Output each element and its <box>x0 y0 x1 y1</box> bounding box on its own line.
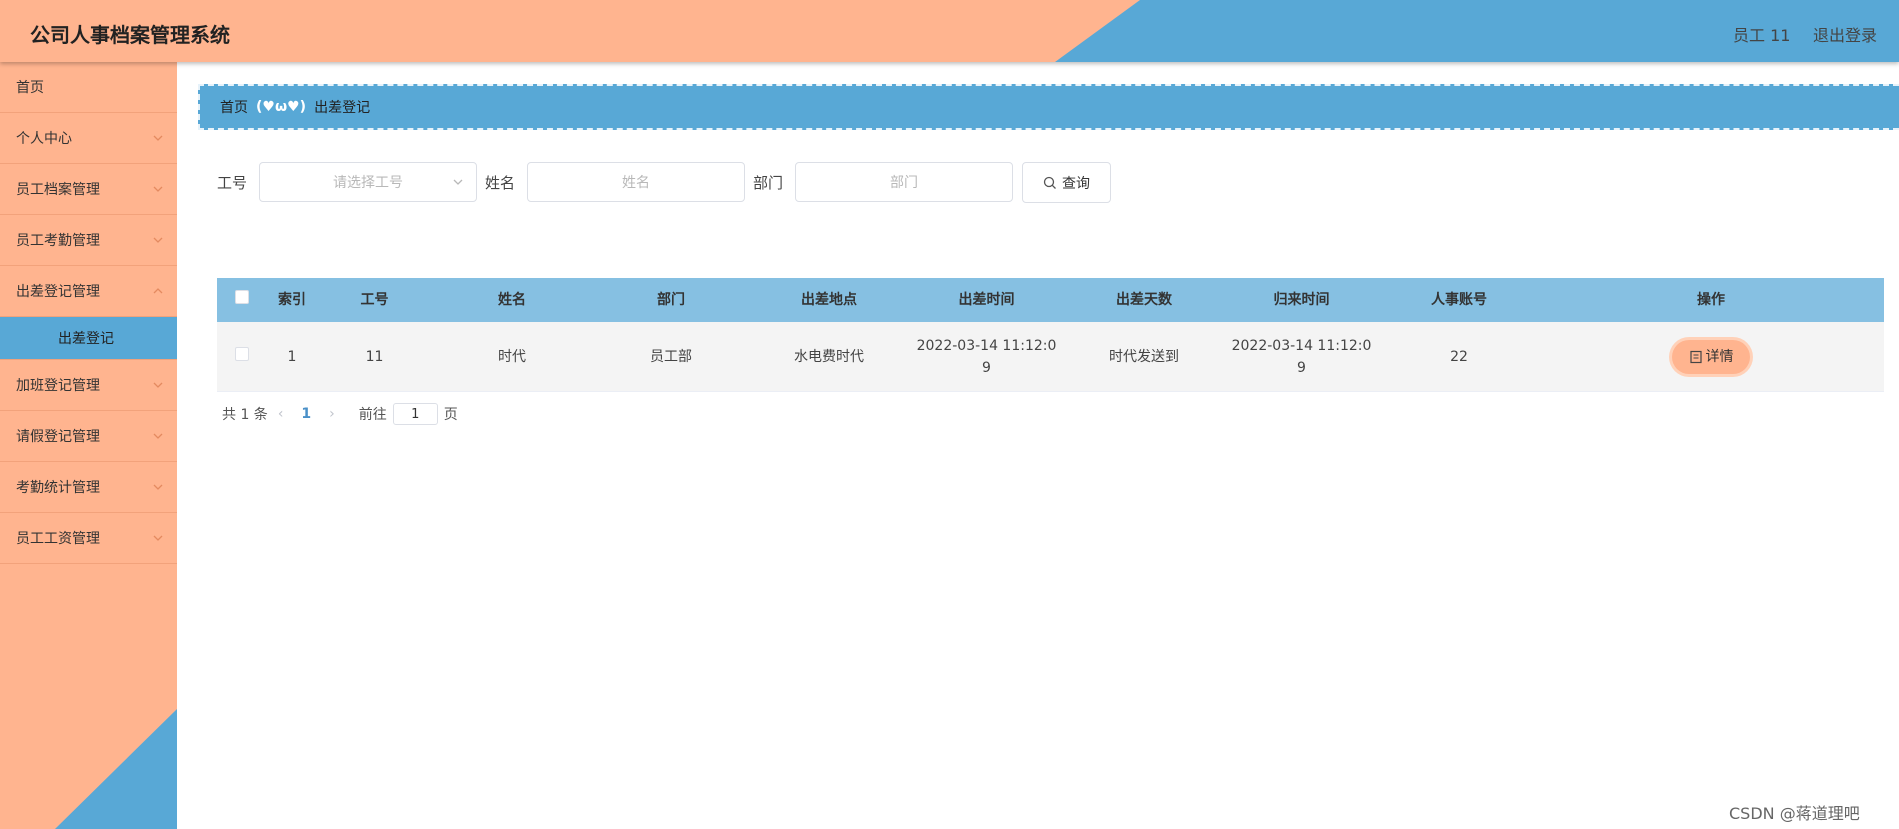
sidebar-item-label: 加班登记管理 <box>16 378 100 394</box>
app-title: 公司人事档案管理系统 <box>30 23 230 47</box>
filter-department: 部门 部门 <box>753 162 1014 202</box>
sidebar-item-label: 考勤统计管理 <box>16 480 100 496</box>
chevron-up-icon <box>153 288 163 294</box>
column-header: 操作 <box>1697 292 1725 308</box>
sidebar: 首页 个人中心 员工档案管理 员工考勤管理 出差登记管理 出差登记 加班登记管理… <box>0 62 177 829</box>
filter-name: 姓名 姓名 <box>485 162 746 202</box>
next-page-icon[interactable]: › <box>329 406 335 422</box>
cell-days: 时代发送到 <box>1109 348 1179 365</box>
sidebar-item-label: 员工工资管理 <box>16 531 100 547</box>
sidebar-item-employee-records[interactable]: 员工档案管理 <box>0 164 177 215</box>
column-header: 出差地点 <box>801 292 857 308</box>
chevron-down-icon <box>153 237 163 243</box>
breadcrumb-current: 出差登记 <box>314 100 371 116</box>
detail-button[interactable]: 详情 <box>1672 339 1750 374</box>
logout-link[interactable]: 退出登录 <box>1813 22 1877 46</box>
chevron-down-icon <box>153 135 163 141</box>
breadcrumb-home[interactable]: 首页 <box>220 97 248 117</box>
document-icon <box>1689 350 1702 363</box>
breadcrumb: 首页 (♥ω♥) 出差登记 <box>198 84 1899 130</box>
query-button[interactable]: 查询 <box>1022 162 1111 203</box>
cell-actions: 详情 <box>1538 339 1884 374</box>
return-time-line2: 9 <box>1297 359 1306 376</box>
sidebar-item-label: 个人中心 <box>16 131 72 147</box>
prev-page-icon[interactable]: ‹ <box>278 406 284 422</box>
detail-button-label: 详情 <box>1705 348 1734 365</box>
sidebar-item-attendance-stats[interactable]: 考勤统计管理 <box>0 462 177 513</box>
column-header: 索引 <box>278 292 306 308</box>
column-header: 归来时间 <box>1273 292 1330 308</box>
trip-time-line1: 2022-03-14 11:12:0 <box>916 337 1057 354</box>
goto-label: 前往 <box>358 407 387 423</box>
search-icon <box>1043 176 1056 189</box>
row-checkbox[interactable] <box>235 346 249 361</box>
goto-page-input[interactable]: 1 <box>392 403 438 425</box>
sidebar-item-personal-center[interactable]: 个人中心 <box>0 113 177 164</box>
name-placeholder: 姓名 <box>622 175 651 191</box>
department-input[interactable]: 部门 <box>795 162 1014 202</box>
breadcrumb-separator: (♥ω♥) <box>256 99 307 115</box>
cell-location: 水电费时代 <box>794 348 864 365</box>
sidebar-item-label: 员工档案管理 <box>16 182 100 198</box>
employee-id-label: 工号 <box>217 173 248 192</box>
row-select-cell <box>217 346 267 368</box>
column-header: 出差时间 <box>958 292 1015 308</box>
name-input[interactable]: 姓名 <box>527 162 746 202</box>
cell-return-time: 2022-03-14 11:12:0 9 <box>1223 335 1380 379</box>
cell-index: 1 <box>287 348 297 365</box>
employee-id-placeholder: 请选择工号 <box>333 175 404 191</box>
column-header: 人事账号 <box>1431 292 1487 308</box>
sidebar-item-leave[interactable]: 请假登记管理 <box>0 411 177 462</box>
select-all-checkbox[interactable] <box>235 290 249 304</box>
sidebar-item-home[interactable]: 首页 <box>0 62 177 113</box>
filter-employee-id: 工号 请选择工号 <box>217 162 478 202</box>
current-user: 员工 11 <box>1733 26 1791 45</box>
table-header: 索引 工号 姓名 部门 出差地点 出差时间 出差天数 归来时间 人事账号 操作 <box>217 278 1884 322</box>
query-button-label: 查询 <box>1062 175 1090 192</box>
watermark: CSDN @蒋道理吧 <box>1729 804 1860 823</box>
select-all-cell <box>217 289 267 311</box>
return-time-line1: 2022-03-14 11:12:0 <box>1231 337 1372 354</box>
sidebar-item-label: 出差登记管理 <box>16 284 100 300</box>
employee-id-select[interactable]: 请选择工号 <box>259 162 478 202</box>
column-header: 工号 <box>360 292 389 308</box>
chevron-down-icon <box>453 179 463 185</box>
page-suffix: 页 <box>443 407 458 423</box>
sidebar-subitem-label: 出差登记 <box>58 331 114 347</box>
sidebar-item-business-trip[interactable]: 出差登记管理 <box>0 266 177 317</box>
cell-employee-id: 11 <box>365 348 384 365</box>
column-header: 部门 <box>657 292 685 308</box>
pagination: 共 1 条 ‹ 1 › 前往 1 页 <box>222 403 458 425</box>
column-header: 姓名 <box>498 292 526 308</box>
cell-department: 员工部 <box>650 348 692 365</box>
top-header: 公司人事档案管理系统 员工 11 退出登录 <box>0 0 1899 62</box>
chevron-down-icon <box>153 484 163 490</box>
department-label: 部门 <box>753 173 784 192</box>
page-number[interactable]: 1 <box>301 406 311 422</box>
table-row: 1 11 时代 员工部 水电费时代 2022-03-14 11:12:0 9 时… <box>217 322 1884 392</box>
cell-trip-time: 2022-03-14 11:12:0 9 <box>908 335 1065 379</box>
sidebar-item-label: 首页 <box>16 80 44 96</box>
sidebar-item-overtime[interactable]: 加班登记管理 <box>0 360 177 411</box>
sidebar-item-attendance[interactable]: 员工考勤管理 <box>0 215 177 266</box>
cell-hr-account: 22 <box>1450 348 1468 365</box>
trip-time-line2: 9 <box>982 359 991 376</box>
department-placeholder: 部门 <box>890 175 919 191</box>
name-label: 姓名 <box>485 173 516 192</box>
sidebar-subitem-trip-registration[interactable]: 出差登记 <box>0 317 177 360</box>
chevron-down-icon <box>153 535 163 541</box>
cell-name: 时代 <box>498 348 526 365</box>
sidebar-item-label: 请假登记管理 <box>16 429 100 445</box>
trip-table: 索引 工号 姓名 部门 出差地点 出差时间 出差天数 归来时间 人事账号 操作 … <box>217 278 1884 392</box>
pagination-total: 共 1 条 <box>222 407 268 423</box>
sidebar-item-label: 员工考勤管理 <box>16 233 100 249</box>
sidebar-item-salary[interactable]: 员工工资管理 <box>0 513 177 564</box>
chevron-down-icon <box>153 433 163 439</box>
chevron-down-icon <box>153 186 163 192</box>
sidebar-decoration <box>55 709 177 829</box>
column-header: 出差天数 <box>1116 292 1172 308</box>
chevron-down-icon <box>153 382 163 388</box>
